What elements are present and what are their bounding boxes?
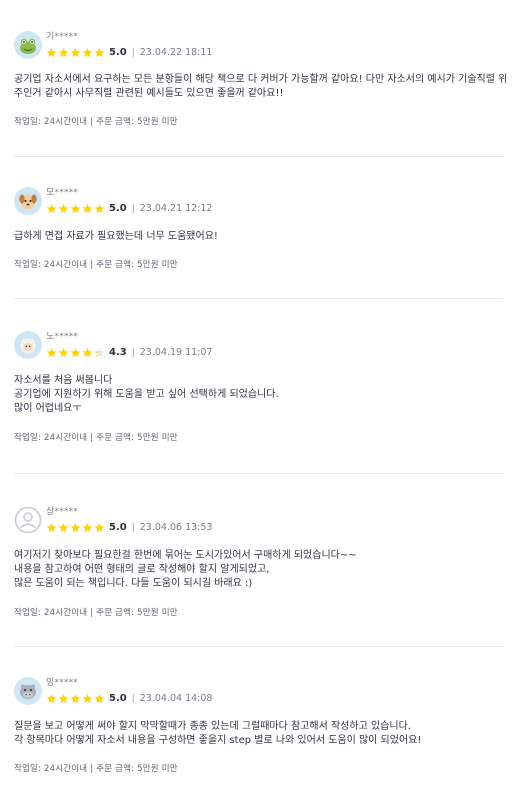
star-icon	[82, 694, 93, 704]
rating-score: 4.3	[109, 347, 127, 358]
reviewer-name: 기*****	[46, 32, 78, 42]
rating-score: 5.0	[109, 47, 127, 58]
star-icon	[46, 694, 57, 704]
rating-score: 5.0	[109, 693, 127, 704]
rating-score: 5.0	[109, 203, 127, 214]
review-item: 노***** 4.3 | 23.04.19 11:07 자소서를 처음 써봅니다…	[14, 330, 504, 443]
star-icon	[82, 204, 93, 214]
review-content: 자소서를 처음 써봅니다 공기업에 지원하기 위해 도움을 받고 싶어 선택하게…	[14, 374, 504, 416]
review-datetime: 23.04.04 14:08	[139, 693, 213, 704]
review-divider	[14, 646, 503, 647]
meta-separator: |	[131, 347, 135, 358]
frog-avatar-icon	[14, 31, 42, 59]
review-text-line: 여기저기 찾아보다 필요한걸 한번에 묶어논 도시가있어서 구매하게 되었습니다…	[14, 550, 357, 561]
default-avatar-icon	[14, 506, 42, 534]
star-icon	[58, 523, 69, 533]
star-icon	[58, 348, 69, 358]
star-icon	[58, 694, 69, 704]
reviewer-name: 상*****	[46, 507, 78, 517]
star-icon	[58, 48, 69, 58]
star-icon	[46, 523, 57, 533]
star-icon	[94, 48, 105, 58]
review-header: 기***** 5.0 | 23.04.22 18:11	[14, 30, 504, 60]
review-header: 모***** 5.0 | 23.04.21 12:12	[14, 186, 504, 216]
star-icon	[82, 48, 93, 58]
review-text-line: 많은 도움이 되는 책입니다. 다들 도움이 되시길 바래요 :)	[14, 578, 253, 589]
review-item: 모***** 5.0 | 23.04.21 12:12 급하게 면접 자료가 필…	[14, 186, 504, 270]
meta-separator: |	[131, 203, 135, 214]
reviewer-name: 모*****	[46, 188, 78, 198]
review-datetime: 23.04.21 12:12	[139, 203, 213, 214]
star-icon	[46, 348, 57, 358]
meta-separator: |	[131, 47, 135, 58]
reviewer-name: 밍*****	[46, 678, 78, 688]
review-text-line: 많이 어렵네요ㅜ	[14, 403, 82, 414]
review-divider	[14, 156, 503, 157]
star-icon	[58, 204, 69, 214]
star-rating	[46, 47, 106, 58]
review-text-line: 공기업 자소서에서 요구하는 모든 분항들이 해당 책으로 다 커버가 가능할꺼…	[14, 74, 508, 85]
review-item: 상***** 5.0 | 23.04.06 13:53 여기저기 찾아보다 필요…	[14, 505, 504, 618]
review-text-line: 주인거 같아시 사무직렬 관련된 예시들도 있으면 좋을꺼 같아요!!	[14, 88, 284, 99]
star-icon	[70, 348, 81, 358]
review-divider	[14, 473, 503, 474]
rating-score: 5.0	[109, 522, 127, 533]
review-text-line: 자소서를 처음 써봅니다	[14, 375, 113, 386]
review-text-line: 내용을 참고하여 어떤 형태의 글로 작성해야 할지 알게되었고,	[14, 564, 270, 575]
star-icon	[94, 694, 105, 704]
review-item: 기***** 5.0 | 23.04.22 18:11 공기업 자소서에서 요구…	[14, 30, 508, 127]
review-datetime: 23.04.19 11:07	[139, 347, 213, 358]
order-info: 작업일: 24시간이내 | 주문 금액: 5만원 미만	[14, 433, 178, 443]
star-rating	[46, 347, 106, 358]
meta-separator: |	[131, 522, 135, 533]
star-icon	[94, 523, 105, 533]
star-icon	[82, 523, 93, 533]
star-icon	[46, 204, 57, 214]
star-rating	[46, 203, 106, 214]
order-info: 작업일: 24시간이내 | 주문 금액: 5만원 미만	[14, 260, 178, 270]
review-header: 밍***** 5.0 | 23.04.04 14:08	[14, 676, 504, 706]
order-info: 작업일: 24시간이내 | 주문 금액: 5만원 미만	[14, 764, 178, 774]
star-icon	[94, 204, 105, 214]
review-header: 상***** 5.0 | 23.04.06 13:53	[14, 505, 504, 535]
review-content: 급하게 면접 자료가 필요했는데 너무 도움됐어요!	[14, 230, 504, 244]
meta-separator: |	[131, 693, 135, 704]
order-info: 작업일: 24시간이내 | 주문 금액: 5만원 미만	[14, 608, 178, 618]
sheep-avatar-icon	[14, 331, 42, 359]
review-text-line: 급하게 면접 자료가 필요했는데 너무 도움됐어요!	[14, 231, 218, 242]
review-divider	[14, 298, 503, 299]
review-content: 여기저기 찾아보다 필요한걸 한번에 묶어논 도시가있어서 구매하게 되었습니다…	[14, 549, 504, 591]
review-content: 질문을 보고 어떻게 써야 할지 막막할때가 종종 있는데 그럴때마다 참고해서…	[14, 720, 504, 748]
star-rating	[46, 693, 106, 704]
star-icon	[94, 348, 105, 358]
star-icon	[70, 523, 81, 533]
star-icon	[82, 348, 93, 358]
review-datetime: 23.04.22 18:11	[139, 47, 213, 58]
review-text-line: 질문을 보고 어떻게 써야 할지 막막할때가 종종 있는데 그럴때마다 참고해서…	[14, 721, 411, 732]
star-icon	[70, 204, 81, 214]
review-text-line: 각 항목마다 어떻게 자소서 내용을 구성하면 좋을지 step 별로 나와 있…	[14, 735, 422, 746]
dog-avatar-icon	[14, 187, 42, 215]
reviewer-name: 노*****	[46, 332, 78, 342]
review-header: 노***** 4.3 | 23.04.19 11:07	[14, 330, 504, 360]
star-icon	[46, 48, 57, 58]
order-info: 작업일: 24시간이내 | 주문 금액: 5만원 미만	[14, 117, 178, 127]
review-datetime: 23.04.06 13:53	[139, 522, 213, 533]
star-rating	[46, 522, 106, 533]
review-text-line: 공기업에 지원하기 위해 도움을 받고 싶어 선택하게 되었습니다.	[14, 389, 279, 400]
hippo-avatar-icon	[14, 677, 42, 705]
review-content: 공기업 자소서에서 요구하는 모든 분항들이 해당 책으로 다 커버가 가능할꺼…	[14, 73, 508, 101]
review-list: 기***** 5.0 | 23.04.22 18:11 공기업 자소서에서 요구…	[0, 0, 517, 800]
star-icon	[70, 694, 81, 704]
star-icon	[70, 48, 81, 58]
review-item: 밍***** 5.0 | 23.04.04 14:08 질문을 보고 어떻게 써…	[14, 676, 504, 774]
